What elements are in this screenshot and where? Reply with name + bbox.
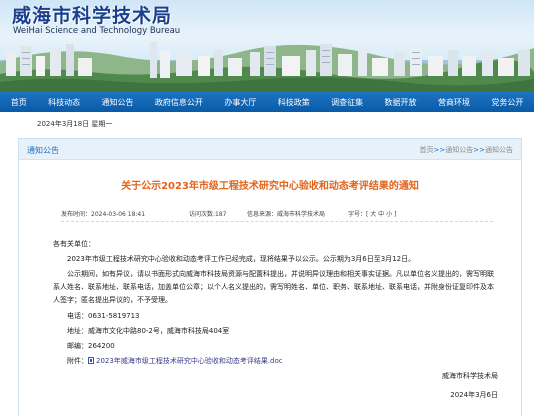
current-date: 2024年3月18日 星期一	[37, 120, 113, 128]
header-banner: 威海市科学技术局 WeiHai Science and Technology B…	[0, 0, 534, 92]
paragraph-2: 公示期间，如有异议，请以书面形式向威海市科技局资源与配置科提出，并说明异议理由和…	[53, 270, 494, 304]
article-title: 关于公示2023年市级工程技术研究中心验收和动态考评结果的通知	[121, 181, 419, 192]
contact-postcode: 邮编：264200	[67, 342, 115, 350]
paragraph-1: 2023年市级工程技术研究中心验收和动态考评工作已经完成，现将结果予以公示。公示…	[67, 255, 416, 263]
breadcrumb-current[interactable]: 通知公告	[485, 146, 513, 154]
article-body: 各有关单位： 2023年市级工程技术研究中心验收和动态考评工作已经完成，现将结果…	[53, 238, 498, 402]
section-header: 通知公告 首页>>通知公告>>通知公告	[19, 139, 521, 160]
nav-item-survey[interactable]: 调查征集	[320, 97, 373, 108]
breadcrumb-separator: >>	[433, 146, 446, 154]
attachment-link[interactable]: 2023年威海市级工程技术研究中心验收和动态考评结果.doc	[96, 357, 283, 365]
nav-item-party-affairs[interactable]: 党务公开	[481, 97, 534, 108]
attachment-label: 附件：	[67, 357, 88, 365]
doc-file-icon	[88, 357, 94, 364]
nav-item-gov-info[interactable]: 政府信息公开	[144, 97, 213, 108]
attachment-row: 附件： 2023年威海市级工程技术研究中心验收和动态考评结果.doc	[53, 355, 498, 368]
site-logo-title[interactable]: 威海市科学技术局	[12, 1, 172, 28]
nav-item-home[interactable]: 首页	[0, 97, 37, 108]
breadcrumb-separator: >>	[473, 146, 485, 154]
nav-item-notices[interactable]: 通知公告	[91, 97, 144, 108]
content-panel: 通知公告 首页>>通知公告>>通知公告 关于公示2023年市级工程技术研究中心验…	[18, 138, 522, 416]
meta-divider	[61, 221, 493, 222]
nav-item-open-data[interactable]: 数据开放	[374, 97, 427, 108]
breadcrumb-notices[interactable]: 通知公告	[445, 146, 473, 154]
site-logo-subtitle: WeiHai Science and Technology Bureau	[13, 26, 181, 36]
info-source: 信息来源：威海市科学技术局	[247, 211, 326, 218]
nav-item-tech-news[interactable]: 科技动态	[37, 97, 90, 108]
nav-item-service-hall[interactable]: 办事大厅	[214, 97, 267, 108]
salutation: 各有关单位：	[53, 240, 95, 248]
signature-org: 威海市科学技术局	[442, 372, 498, 380]
nav-item-business-env[interactable]: 营商环境	[427, 97, 480, 108]
breadcrumb: 首页>>通知公告>>通知公告	[420, 145, 513, 155]
publish-time: 发布时间：2024-03-06 18:41	[61, 211, 146, 218]
breadcrumb-home[interactable]: 首页	[420, 146, 434, 154]
section-title: 通知公告	[27, 146, 59, 155]
contact-address: 地址：威海市文化中路80-2号，威海市科技局404室	[67, 327, 230, 335]
font-size-selector[interactable]: 字号：[ 大 中 小 ]	[348, 209, 396, 218]
main-nav: 首页 科技动态 通知公告 政府信息公开 办事大厅 科技政策 调查征集 数据开放 …	[0, 92, 534, 112]
view-count: 访问次数:187	[189, 211, 227, 218]
contact-phone: 电话：0631-5819713	[67, 312, 140, 320]
signature-date: 2024年3月6日	[450, 391, 498, 399]
nav-item-tech-policy[interactable]: 科技政策	[267, 97, 320, 108]
